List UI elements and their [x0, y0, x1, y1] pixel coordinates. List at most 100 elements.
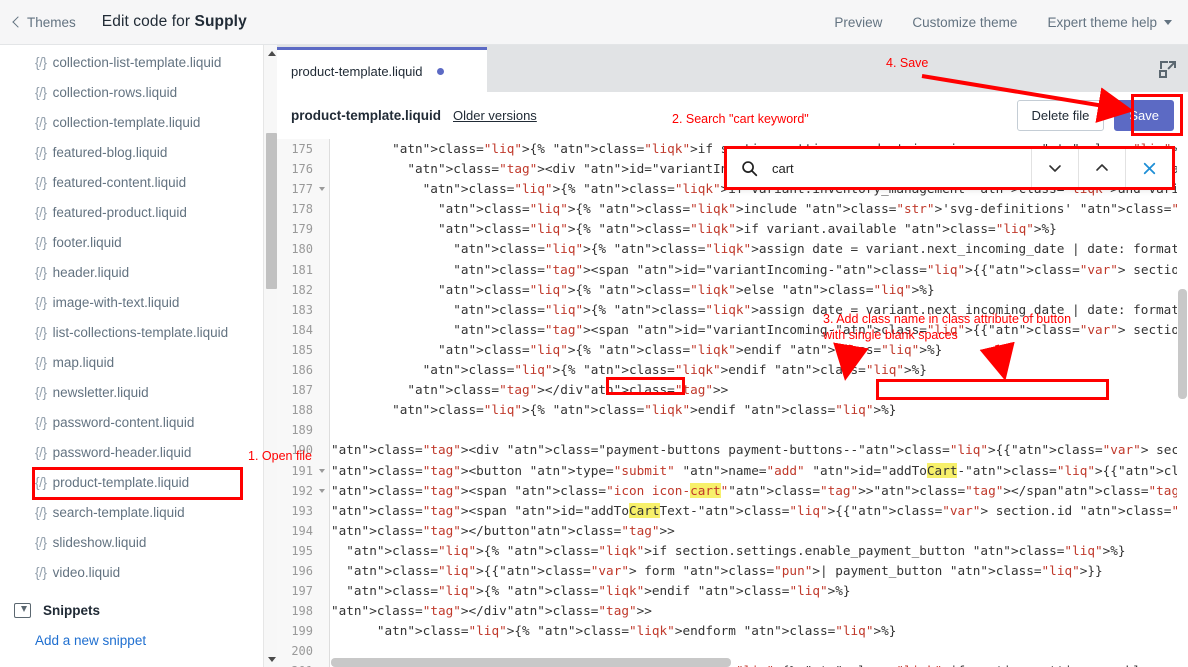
older-versions-link[interactable]: Older versions [453, 108, 537, 123]
editor-horizontal-scrollbar[interactable] [331, 658, 731, 667]
sidebar-scrollbar-thumb[interactable] [266, 133, 277, 289]
unsaved-changes-dot [436, 67, 444, 75]
find-widget[interactable] [726, 148, 1173, 188]
delete-file-button[interactable]: Delete file [1016, 99, 1105, 132]
find-previous-button[interactable] [1079, 149, 1125, 187]
liquid-file-icon: {/} [35, 384, 47, 400]
line-number: 195 [291, 543, 313, 558]
line-number: 176 [291, 162, 313, 177]
expert-theme-help-label: Expert theme help [1047, 14, 1157, 30]
find-next-button[interactable] [1032, 149, 1078, 187]
line-number: 196 [291, 563, 313, 578]
line-number: 177 [277, 179, 329, 199]
code-line: "atn">class="tag"></button"atn">class="t… [331, 522, 675, 538]
sidebar-file-item[interactable]: {/} search-template.liquid [0, 497, 263, 527]
sidebar-file-item[interactable]: {/} featured-blog.liquid [0, 137, 263, 167]
line-number: 189 [291, 423, 313, 438]
sidebar-file-label: newsletter.liquid [52, 384, 149, 400]
sidebar-file-item[interactable]: {/} password-content.liquid [0, 407, 263, 437]
code-line: "atn">class="tag"></div"atn">class="tag"… [331, 603, 652, 619]
fold-toggle-icon[interactable] [319, 187, 325, 192]
customize-theme-link[interactable]: Customize theme [912, 15, 1017, 30]
liquid-file-icon: {/} [35, 534, 47, 550]
code-content[interactable]: "atn">class="liq">{% "atn">class="liqk">… [331, 139, 1188, 667]
line-number-gutter: 175 176 177 178 179 180 181 182 183 184 185 186 187 1… [277, 139, 330, 667]
sidebar-file-item[interactable]: {/} featured-content.liquid [0, 167, 263, 197]
page-title-theme: Supply [194, 13, 247, 30]
top-bar: Themes Edit code for Supply Preview Cust… [0, 0, 1188, 45]
line-number: 200 [291, 644, 313, 659]
add-new-snippet-link[interactable]: Add a new snippet [0, 627, 263, 655]
sidebar-file-label: password-header.liquid [52, 444, 192, 460]
code-line: "atn">class="liq">{% "atn">class="liqk">… [346, 542, 1126, 558]
sidebar-file-item[interactable]: {/} image-with-text.liquid [0, 287, 263, 317]
file-list: {/} collection-list-template.liquid {/} col… [0, 45, 263, 587]
editor-scrollbar-thumb[interactable] [1178, 289, 1187, 399]
sidebar-file-item[interactable]: {/} collection-list-template.liquid [0, 47, 263, 77]
liquid-file-icon: {/} [35, 564, 47, 580]
sidebar-file-item[interactable]: {/} featured-product.liquid [0, 197, 263, 227]
editor-vertical-scrollbar[interactable] [1177, 139, 1188, 667]
liquid-file-icon: {/} [35, 234, 47, 250]
code-line: "atn">class="liq">{% "atn">class="liqk">… [453, 241, 1188, 257]
chevron-down-icon [1164, 20, 1172, 26]
line-number: 185 [291, 342, 313, 357]
sidebar-file-item[interactable]: {/} product-template.liquid [0, 467, 263, 497]
sidebar-file-item[interactable]: {/} video.liquid [0, 557, 263, 587]
code-editor-page: Themes Edit code for Supply Preview Cust… [0, 0, 1188, 667]
sidebar-file-item[interactable]: {/} map.liquid [0, 347, 263, 377]
sidebar-file-item[interactable]: {/} collection-rows.liquid [0, 77, 263, 107]
chevron-up-icon [1096, 164, 1108, 171]
liquid-file-icon: {/} [35, 174, 47, 190]
line-number: 201 [277, 661, 329, 667]
code-line: "atn">class="liq">{% "atn">class="liqk">… [422, 362, 927, 378]
code-line: "atn">class="tag"><button "atn">type="su… [331, 462, 1188, 478]
sidebar-file-label: featured-content.liquid [52, 174, 187, 190]
chevron-left-icon [12, 15, 24, 28]
line-number: 193 [291, 503, 313, 518]
sidebar-file-item[interactable]: {/} header.liquid [0, 257, 263, 287]
liquid-file-icon: {/} [35, 144, 47, 160]
sidebar-file-label: featured-product.liquid [52, 204, 187, 220]
expert-theme-help-menu[interactable]: Expert theme help [1047, 15, 1172, 30]
snippets-section-header: Snippets [0, 593, 263, 627]
sidebar-file-item[interactable]: {/} newsletter.liquid [0, 377, 263, 407]
liquid-file-icon: {/} [35, 204, 47, 220]
sidebar-file-item[interactable]: {/} list-collections-template.liquid [0, 317, 263, 347]
liquid-file-icon: {/} [35, 414, 47, 430]
line-number: 198 [291, 604, 313, 619]
sidebar-file-item[interactable]: {/} password-header.liquid [0, 437, 263, 467]
code-line: "atn">class="tag"><span "atn">class="ico… [331, 482, 1188, 498]
current-file-name: product-template.liquid [291, 108, 441, 123]
back-to-themes-label: Themes [27, 14, 76, 30]
save-button[interactable]: Save [1114, 99, 1174, 132]
sidebar-file-item[interactable]: {/} collection-template.liquid [0, 107, 263, 137]
snippets-label: Snippets [43, 602, 101, 618]
expand-editor-icon[interactable] [1157, 58, 1179, 80]
triangle-up-icon [267, 50, 276, 56]
folder-download-icon [14, 602, 31, 618]
preview-link[interactable]: Preview [834, 15, 882, 30]
sidebar-file-label: video.liquid [52, 564, 121, 580]
sidebar-scrollbar[interactable] [263, 45, 278, 667]
sidebar-file-item[interactable]: {/} footer.liquid [0, 227, 263, 257]
liquid-file-icon: {/} [35, 294, 47, 310]
sidebar-file-item[interactable]: {/} slideshow.liquid [0, 527, 263, 557]
liquid-file-icon: {/} [35, 324, 47, 340]
fold-toggle-icon[interactable] [319, 468, 325, 473]
find-close-button[interactable] [1126, 149, 1172, 187]
annotation-4-save: 4. Save [886, 56, 929, 70]
annotation-1-open-file: 1. Open file [248, 449, 312, 463]
file-sidebar[interactable]: {/} collection-list-template.liquid {/} col… [0, 45, 263, 667]
line-number: 199 [291, 624, 313, 639]
line-number: 192 [277, 481, 329, 501]
back-to-themes-link[interactable]: Themes [12, 14, 76, 30]
sidebar-file-label: image-with-text.liquid [52, 294, 180, 310]
find-input-zone[interactable] [727, 159, 1031, 177]
fold-toggle-icon[interactable] [319, 488, 325, 493]
search-icon [742, 160, 758, 176]
code-editor[interactable]: 175 176 177 178 179 180 181 182 183 184 185 186 187 1… [277, 139, 1188, 667]
code-line: "atn">class="tag"><span "atn">id="addToC… [331, 502, 1188, 518]
find-input[interactable] [770, 159, 1030, 177]
tab-product-template-liquid[interactable]: product-template.liquid [277, 47, 487, 92]
